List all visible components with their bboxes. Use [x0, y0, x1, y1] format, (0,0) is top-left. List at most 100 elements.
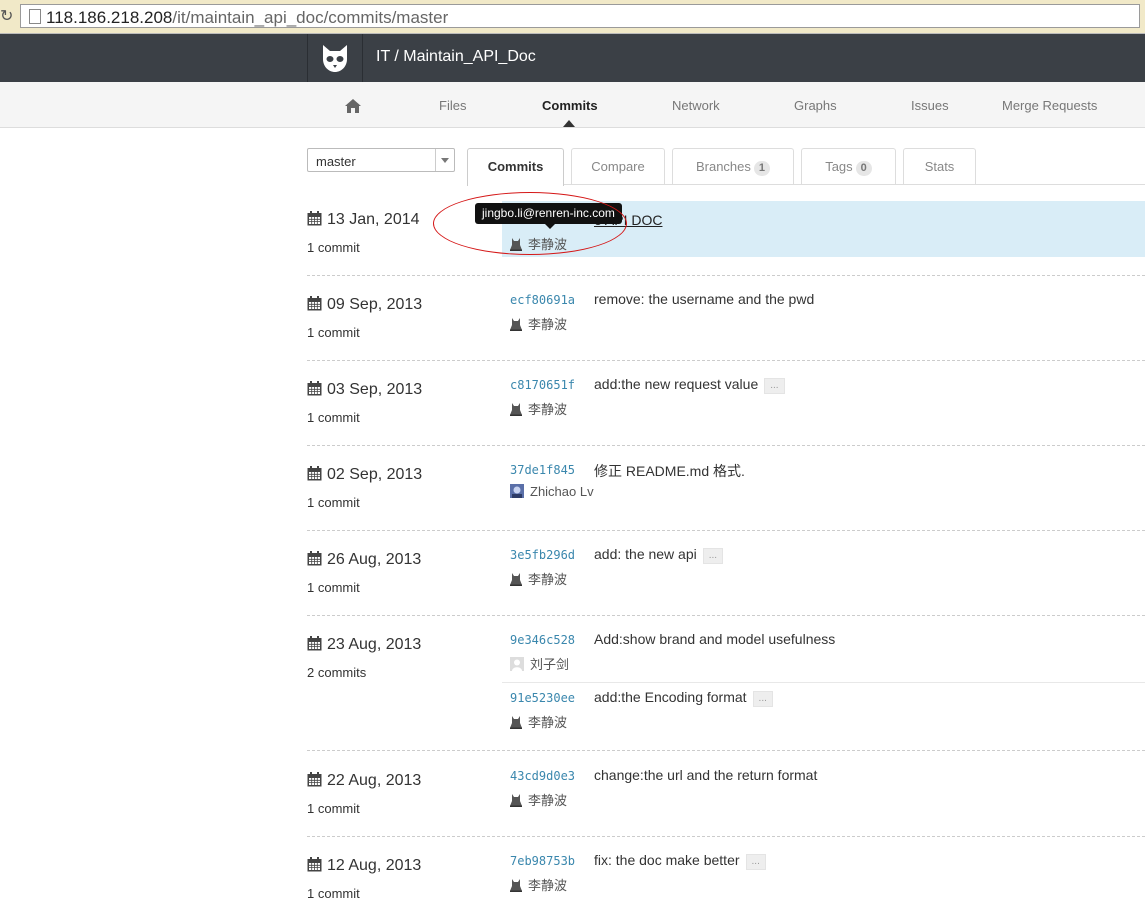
commit-message[interactable]: remove: the username and the pwd — [594, 291, 814, 307]
date-text: 26 Aug, 2013 — [327, 551, 422, 568]
date-text: 09 Sep, 2013 — [327, 296, 423, 313]
author-name: 李静波 — [528, 878, 568, 893]
nav-issues[interactable]: Issues — [911, 98, 949, 113]
nav-commits[interactable]: Commits — [542, 98, 598, 113]
commit-row[interactable]: 3e5fb296d add: the new api... 李静波 — [502, 543, 1145, 599]
commit-author[interactable]: 刘子剑 — [510, 654, 569, 673]
group-divider — [307, 750, 1145, 751]
group-divider — [307, 615, 1145, 616]
commit-message[interactable]: Add:show brand and model usefulness — [594, 631, 835, 647]
author-name: 李静波 — [528, 317, 568, 332]
date-text: 13 Jan, 2014 — [327, 211, 420, 228]
commit-message-wrap: fix: the doc make better... — [594, 852, 766, 870]
commit-row[interactable]: ecf80691a remove: the username and the pw… — [502, 288, 1145, 344]
nav-network[interactable]: Network — [672, 98, 720, 113]
user-silhouette-icon — [510, 794, 522, 807]
nav-graphs[interactable]: Graphs — [794, 98, 837, 113]
tags-count-badge: 0 — [855, 161, 872, 176]
page-icon — [29, 9, 41, 24]
commit-message-wrap: 修正 README.md 格式. — [594, 461, 745, 481]
user-silhouette-icon — [510, 573, 522, 586]
calendar-icon — [307, 296, 322, 311]
commit-message[interactable]: add:the new request value — [594, 376, 758, 392]
tab-tags[interactable]: Tags 0 — [801, 148, 896, 184]
tab-label: Tags — [825, 159, 853, 174]
commit-divider — [502, 682, 1145, 683]
calendar-icon — [307, 466, 322, 481]
gitlab-logo[interactable] — [307, 34, 363, 82]
author-email-tooltip: jingbo.li@renren-inc.com — [475, 203, 622, 224]
commit-author[interactable]: 李静波 — [510, 875, 567, 894]
user-silhouette-icon — [510, 403, 522, 416]
commit-count: 1 commit — [307, 240, 360, 255]
expand-message-button[interactable]: ... — [745, 854, 766, 870]
commit-date: 22 Aug, 2013 — [307, 772, 421, 790]
tab-compare[interactable]: Compare — [571, 148, 665, 184]
commit-author[interactable]: 李静波 — [510, 712, 567, 731]
commit-row[interactable]: 7eb98753b fix: the doc make better... 李静波 — [502, 849, 1145, 905]
commit-date: 02 Sep, 2013 — [307, 466, 422, 484]
commit-date: 03 Sep, 2013 — [307, 381, 422, 399]
browser-address-bar: ↻ 118.186.218.208/it/maintain_api_doc/co… — [0, 0, 1145, 34]
nav-files[interactable]: Files — [439, 98, 466, 113]
commit-sha-link[interactable]: 7eb98753b — [510, 854, 575, 868]
commit-count: 1 commit — [307, 495, 360, 510]
commit-count: 1 commit — [307, 580, 360, 595]
tab-commits[interactable]: Commits — [467, 148, 564, 186]
commit-row[interactable]: 91e5230ee add:the Encoding format... 李静波 — [502, 686, 1145, 742]
expand-message-button[interactable]: ... — [702, 548, 724, 564]
tooltip-arrow — [545, 224, 555, 229]
commit-message[interactable]: add:the Encoding format — [594, 689, 747, 705]
commit-count: 1 commit — [307, 410, 360, 425]
commit-message[interactable]: fix: the doc make better — [594, 852, 740, 868]
commit-row[interactable]: 37de1f845 修正 README.md 格式. Zhichao Lv — [502, 458, 1145, 514]
calendar-icon — [307, 636, 322, 651]
commit-date: 12 Aug, 2013 — [307, 857, 421, 875]
commit-sha-link[interactable]: 37de1f845 — [510, 463, 575, 477]
app-header: IT / Maintain_API_Doc — [0, 34, 1145, 82]
tab-label: Compare — [591, 159, 645, 174]
author-name: 刘子剑 — [530, 657, 570, 672]
commit-author[interactable]: 李静波 — [510, 234, 567, 253]
avatar-default-icon — [510, 657, 524, 671]
project-nav: Files Commits Network Graphs Issues Merg… — [0, 82, 1145, 128]
commit-sha-link[interactable]: 91e5230ee — [510, 691, 575, 705]
commit-sha-link[interactable]: ecf80691a — [510, 293, 575, 307]
commit-sha-link[interactable]: 3e5fb296d — [510, 548, 575, 562]
commit-sha-link[interactable]: 9e346c528 — [510, 633, 575, 647]
url-field[interactable]: 118.186.218.208/it/maintain_api_doc/comm… — [20, 4, 1140, 28]
tab-label: Branches — [695, 159, 751, 174]
commit-row[interactable]: 43cd9d0e3 change:the url and the return f… — [502, 764, 1145, 820]
nav-merge-requests[interactable]: Merge Requests — [1002, 98, 1097, 113]
expand-message-button[interactable]: ... — [752, 691, 773, 707]
home-icon[interactable] — [344, 98, 362, 114]
active-caret-icon — [563, 120, 575, 127]
calendar-icon — [307, 381, 322, 396]
commit-message-wrap: change:the url and the return format — [594, 767, 817, 783]
group-divider — [307, 360, 1145, 361]
expand-message-button[interactable]: ... — [764, 378, 785, 394]
commit-author[interactable]: 李静波 — [510, 569, 567, 588]
commit-date: 23 Aug, 2013 — [307, 636, 421, 654]
user-silhouette-icon — [510, 716, 522, 729]
commit-author[interactable]: 李静波 — [510, 790, 567, 809]
commit-message[interactable]: add: the new api — [594, 546, 697, 562]
commit-date: 26 Aug, 2013 — [307, 551, 421, 569]
reload-icon[interactable]: ↻ — [0, 6, 13, 26]
url-host: 118.186.218.208 — [46, 8, 173, 27]
commit-sha-link[interactable]: 43cd9d0e3 — [510, 769, 575, 783]
commit-author[interactable]: Zhichao Lv — [510, 484, 594, 499]
commit-message[interactable]: 修正 README.md 格式. — [594, 463, 745, 479]
tab-stats[interactable]: Stats — [903, 148, 976, 184]
commit-author[interactable]: 李静波 — [510, 399, 567, 418]
tab-branches[interactable]: Branches 1 — [672, 148, 794, 184]
user-silhouette-icon — [510, 238, 522, 251]
commit-row[interactable]: 9e346c528 Add:show brand and model useful… — [502, 628, 1145, 684]
project-title[interactable]: IT / Maintain_API_Doc — [376, 48, 536, 66]
commit-message[interactable]: change:the url and the return format — [594, 767, 817, 783]
commit-sha-link[interactable]: c8170651f — [510, 378, 575, 392]
branch-select[interactable]: master — [307, 148, 455, 172]
commit-date: 09 Sep, 2013 — [307, 296, 422, 314]
commit-row[interactable]: c8170651f add:the new request value... 李静波 — [502, 373, 1145, 429]
commit-author[interactable]: 李静波 — [510, 314, 567, 333]
